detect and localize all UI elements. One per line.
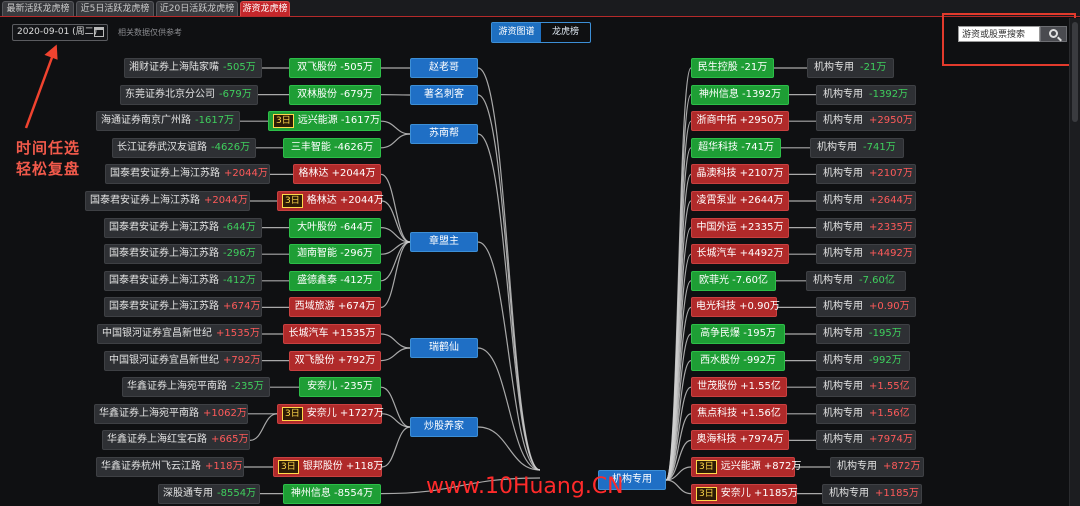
stock-node[interactable]: 欧菲光 -7.60亿 bbox=[691, 270, 776, 291]
stock-node[interactable]: 三丰智能 -4626万 bbox=[283, 137, 381, 158]
days-tag: 3日 bbox=[273, 114, 294, 129]
stock-node[interactable]: 3日 安奈儿 +1727万 bbox=[277, 403, 384, 424]
days-tag: 3日 bbox=[696, 486, 717, 501]
stock-node[interactable]: 神州信息 -1392万 bbox=[691, 84, 789, 105]
seat-node[interactable]: 长江证券武汉友谊路 -4626万 bbox=[112, 137, 256, 158]
seat-node[interactable]: 华鑫证券杭州飞云江路 +118万 bbox=[96, 457, 244, 477]
seat-node[interactable]: 华鑫证券上海宛平南路 -235万 bbox=[122, 377, 270, 398]
group-node[interactable]: 著名刺客 bbox=[410, 85, 478, 105]
watermark: www.10Huang.CN bbox=[426, 474, 624, 499]
group-node[interactable]: 章盟主 bbox=[410, 232, 478, 252]
stock-node[interactable]: 世茂股份 +1.55亿 bbox=[691, 377, 787, 398]
group-node[interactable]: 苏南帮 bbox=[410, 124, 478, 144]
seat-node[interactable]: 深股通专用 -8554万 bbox=[158, 483, 260, 504]
stock-node[interactable]: 3日 银邦股份 +118万 bbox=[273, 457, 383, 477]
seat-node[interactable]: 中国银河证券宜昌新世纪 +792万 bbox=[104, 350, 262, 371]
stock-node[interactable]: 格林达 +2044万 bbox=[293, 164, 381, 185]
seat-node[interactable]: 国泰君安证券上海江苏路 -296万 bbox=[104, 244, 262, 265]
stock-node[interactable]: 奥海科技 +7974万 bbox=[691, 430, 789, 451]
institution-node[interactable]: 机构专用 +4492万 bbox=[816, 244, 916, 265]
institution-node[interactable]: 机构专用 -992万 bbox=[816, 350, 910, 371]
institution-node[interactable]: 机构专用 +0.90万 bbox=[816, 297, 916, 318]
seat-node[interactable]: 华鑫证券上海宛平南路 +1062万 bbox=[94, 403, 248, 424]
institution-node[interactable]: 机构专用 +1.55亿 bbox=[816, 377, 916, 398]
days-tag: 3日 bbox=[696, 460, 717, 474]
institution-node[interactable]: 机构专用 +1.56亿 bbox=[816, 403, 916, 424]
institution-node[interactable]: 机构专用 +2335万 bbox=[816, 217, 916, 238]
institution-node[interactable]: 机构专用 -195万 bbox=[816, 324, 910, 344]
seat-node[interactable]: 东莞证券北京分公司 -679万 bbox=[120, 84, 258, 105]
stock-node[interactable]: 长城汽车 +4492万 bbox=[691, 244, 789, 265]
institution-node[interactable]: 机构专用 -1392万 bbox=[816, 84, 916, 105]
stock-node[interactable]: 长城汽车 +1535万 bbox=[283, 324, 381, 344]
stock-node[interactable]: 电光科技 +0.90万 bbox=[691, 297, 780, 318]
seat-node[interactable]: 国泰君安证券上海江苏路 -412万 bbox=[104, 270, 262, 291]
stock-node[interactable]: 安奈儿 -235万 bbox=[299, 377, 381, 398]
institution-node[interactable]: 机构专用 +2950万 bbox=[816, 111, 916, 132]
scrollbar-thumb[interactable] bbox=[1072, 22, 1078, 122]
stock-node[interactable]: 高争民爆 -195万 bbox=[691, 324, 785, 344]
stock-node[interactable]: 双飞股份 -505万 bbox=[289, 58, 381, 78]
stock-node[interactable]: 超华科技 -741万 bbox=[691, 137, 781, 158]
stock-node[interactable]: 盛德鑫泰 -412万 bbox=[289, 270, 381, 291]
seat-node[interactable]: 湘财证券上海陆家嘴 -505万 bbox=[124, 58, 262, 78]
institution-node[interactable]: 机构专用 -741万 bbox=[810, 137, 904, 158]
stock-node[interactable]: 焦点科技 +1.56亿 bbox=[691, 403, 787, 424]
stock-node[interactable]: 西域旅游 +674万 bbox=[289, 297, 381, 318]
group-node[interactable]: 赵老哥 bbox=[410, 58, 478, 78]
seat-node[interactable]: 国泰君安证券上海江苏路 +2044万 bbox=[105, 164, 270, 185]
institution-node[interactable]: 机构专用 -7.60亿 bbox=[806, 270, 906, 291]
stock-node[interactable]: 浙商中拓 +2950万 bbox=[691, 111, 789, 132]
stock-node[interactable]: 西水股份 -992万 bbox=[691, 350, 785, 371]
scrollbar[interactable] bbox=[1069, 18, 1080, 506]
institution-node[interactable]: 机构专用 +2644万 bbox=[816, 191, 916, 211]
stock-node[interactable]: 民生控股 -21万 bbox=[691, 58, 774, 78]
group-node[interactable]: 瑞鹤仙 bbox=[410, 338, 478, 358]
stock-node[interactable]: 3日 安奈儿 +1185万 bbox=[691, 483, 798, 504]
institution-node[interactable]: 机构专用 -21万 bbox=[807, 58, 894, 78]
seat-node[interactable]: 国泰君安证券上海江苏路 +674万 bbox=[104, 297, 262, 318]
stock-node[interactable]: 双飞股份 +792万 bbox=[289, 350, 381, 371]
stock-node[interactable]: 双林股份 -679万 bbox=[289, 84, 381, 105]
arrow-annotation bbox=[24, 44, 58, 129]
institution-node[interactable]: 机构专用 +7974万 bbox=[816, 430, 916, 451]
stock-node[interactable]: 凌霄泵业 +2644万 bbox=[691, 191, 789, 211]
days-tag: 3日 bbox=[282, 194, 303, 208]
days-tag: 3日 bbox=[282, 406, 303, 421]
stock-node[interactable]: 3日 格林达 +2044万 bbox=[277, 191, 384, 211]
seat-node[interactable]: 国泰君安证券上海江苏路 +2044万 bbox=[85, 191, 250, 211]
annotation-text: 时间任选 轻松复盘 bbox=[16, 139, 81, 178]
seat-node[interactable]: 华鑫证券上海红宝石路 +665万 bbox=[102, 430, 250, 451]
institution-node[interactable]: 机构专用 +1185万 bbox=[822, 483, 922, 504]
institution-node[interactable]: 机构专用 +872万 bbox=[830, 457, 924, 477]
stock-node[interactable]: 迦南智能 -296万 bbox=[289, 244, 381, 265]
stock-node[interactable]: 3日 远兴能源 +872万 bbox=[691, 457, 801, 477]
days-tag: 3日 bbox=[278, 460, 299, 474]
stock-node[interactable]: 中国外运 +2335万 bbox=[691, 217, 789, 238]
stock-node[interactable]: 神州信息 -8554万 bbox=[283, 483, 381, 504]
stock-node[interactable]: 晶澳科技 +2107万 bbox=[691, 164, 789, 185]
stock-node[interactable]: 3日 远兴能源 -1617万 bbox=[268, 111, 381, 132]
group-node[interactable]: 炒股养家 bbox=[410, 417, 478, 437]
seat-node[interactable]: 中国银河证券宜昌新世纪 +1535万 bbox=[97, 324, 262, 344]
institution-node[interactable]: 机构专用 +2107万 bbox=[816, 164, 916, 185]
seat-node[interactable]: 国泰君安证券上海江苏路 -644万 bbox=[104, 217, 262, 238]
stock-node[interactable]: 大叶股份 -644万 bbox=[289, 217, 381, 238]
seat-node[interactable]: 海通证券南京广州路 -1617万 bbox=[96, 111, 240, 132]
